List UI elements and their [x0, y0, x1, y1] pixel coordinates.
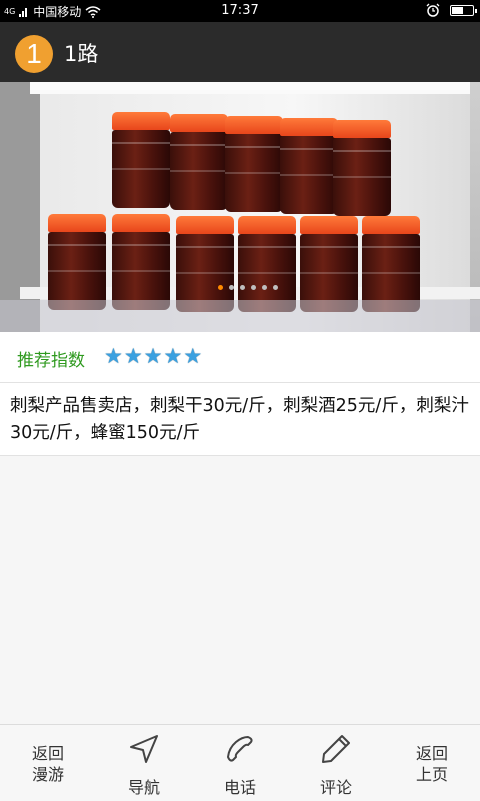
carousel-dot[interactable]	[251, 285, 256, 290]
product-jar	[48, 214, 106, 310]
navigation-arrow-icon	[130, 735, 158, 763]
navigate-button[interactable]: 导航	[96, 725, 192, 801]
shelf-top	[30, 82, 470, 94]
phone-label: 电话	[223, 778, 256, 797]
product-jar	[176, 216, 234, 312]
page-title: 1路	[64, 42, 99, 66]
product-jar	[300, 216, 358, 312]
phone-button[interactable]: 电话	[192, 725, 288, 801]
product-jar	[362, 216, 420, 312]
description-panel: 刺梨产品售卖店，刺梨干30元/斤，刺梨酒25元/斤，刺梨汁30元/斤，蜂蜜150…	[0, 383, 480, 456]
carousel-dot[interactable]	[229, 285, 234, 290]
photo-carousel[interactable]	[0, 82, 480, 332]
caption-overlay	[0, 300, 480, 332]
battery-fill	[452, 6, 463, 14]
carousel-dot[interactable]	[273, 285, 278, 290]
review-label: 评论	[319, 778, 352, 797]
navigate-label: 导航	[127, 778, 160, 797]
pencil-icon	[322, 735, 350, 763]
product-jar	[225, 116, 283, 212]
review-button[interactable]: 评论	[288, 725, 384, 801]
carousel-dot[interactable]	[240, 285, 245, 290]
route-number-badge: 1	[15, 35, 53, 73]
product-jar	[238, 216, 296, 312]
title-bar: 1 1路	[0, 22, 480, 82]
status-bar: 4G 中国移动 17:37	[0, 0, 480, 22]
status-right	[426, 3, 477, 17]
rating-label: 推荐指数	[17, 351, 85, 371]
star-icon: ★	[183, 344, 203, 368]
product-jar	[112, 214, 170, 310]
rating-stars: ★ ★ ★ ★ ★	[104, 345, 202, 367]
description-text: 刺梨产品售卖店，刺梨干30元/斤，刺梨酒25元/斤，刺梨汁30元/斤，蜂蜜150…	[10, 396, 469, 443]
clock: 17:37	[221, 3, 259, 18]
star-icon: ★	[143, 344, 163, 368]
carousel-indicator[interactable]	[218, 285, 278, 290]
back-page-button[interactable]: 返回 上页	[384, 725, 480, 801]
product-jar	[170, 114, 228, 210]
phone-icon	[227, 736, 253, 762]
battery-icon	[450, 4, 477, 16]
back-to-tour-label-line1: 返回	[31, 744, 64, 763]
product-jar	[280, 118, 338, 214]
back-page-label-line2: 上页	[415, 765, 448, 784]
product-jar	[333, 120, 391, 216]
carousel-dot[interactable]	[262, 285, 267, 290]
carousel-dot[interactable]	[218, 285, 223, 290]
product-jar	[112, 112, 170, 208]
bottom-nav: 返回 漫游 导航 电话 评论 返回 上页	[0, 724, 480, 801]
star-icon: ★	[104, 344, 123, 368]
back-to-tour-button[interactable]: 返回 漫游	[0, 725, 96, 801]
rating-row: 推荐指数 ★ ★ ★ ★ ★	[0, 332, 480, 383]
star-icon: ★	[163, 344, 183, 368]
alarm-icon	[426, 3, 440, 17]
back-to-tour-label-line2: 漫游	[31, 765, 64, 784]
back-page-label-line1: 返回	[415, 744, 448, 763]
star-icon: ★	[123, 344, 143, 368]
